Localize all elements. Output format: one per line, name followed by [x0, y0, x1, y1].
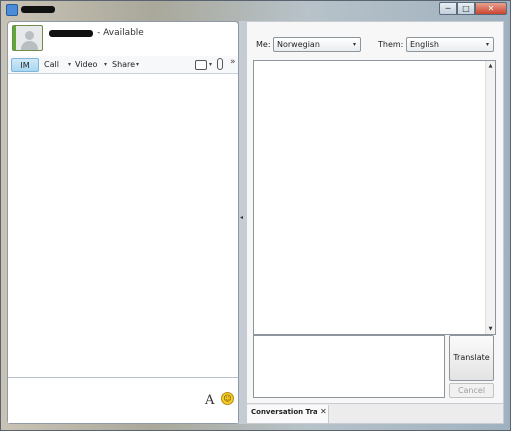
- call-dropdown-icon[interactable]: ▾: [68, 58, 71, 72]
- contact-status: - Available: [97, 28, 144, 38]
- tab-conversation-translator[interactable]: Conversation Tra... ✕: [247, 405, 329, 423]
- conversation-pane: - Available IM Call ▾ Video ▾ Share ▾ ▾ …: [7, 21, 239, 424]
- minimize-button[interactable]: ─: [439, 2, 457, 15]
- share-button[interactable]: Share: [109, 58, 138, 72]
- redacted-window-title: [21, 6, 55, 13]
- close-button[interactable]: ✕: [475, 2, 507, 15]
- collapse-arrow-icon[interactable]: ◂: [240, 214, 243, 221]
- scroll-down-icon[interactable]: ▼: [486, 324, 495, 334]
- them-language-select[interactable]: English ▾: [406, 37, 494, 52]
- translator-pane: Me: Norwegian ▾ Them: English ▾ ▲ ▼ Tran…: [246, 21, 504, 424]
- video-dropdown-icon[interactable]: ▾: [104, 58, 107, 72]
- avatar[interactable]: [12, 25, 43, 51]
- im-button[interactable]: IM: [11, 58, 39, 72]
- share-dropdown-icon[interactable]: ▾: [136, 58, 139, 72]
- cancel-button[interactable]: Cancel: [449, 383, 494, 398]
- scroll-up-icon[interactable]: ▲: [486, 61, 495, 71]
- translate-button[interactable]: Translate: [449, 335, 494, 381]
- chevron-down-icon: ▾: [352, 41, 356, 48]
- close-icon[interactable]: ✕: [320, 407, 327, 416]
- app-icon: [6, 4, 18, 16]
- me-language-select[interactable]: Norwegian ▾: [273, 37, 361, 52]
- emoticon-icon[interactable]: ☺: [221, 392, 234, 405]
- transcript-scrollbar[interactable]: ▲ ▼: [485, 61, 495, 334]
- message-compose-area[interactable]: A ☺: [8, 379, 238, 423]
- people-dropdown-icon[interactable]: ▾: [209, 58, 212, 72]
- translation-transcript[interactable]: ▲ ▼: [253, 60, 496, 335]
- contact-header: - Available: [8, 22, 238, 56]
- people-options-icon[interactable]: [195, 60, 207, 70]
- more-options-icon[interactable]: »: [230, 57, 236, 67]
- pane-splitter[interactable]: ◂: [239, 21, 246, 424]
- title-bar[interactable]: ─ □ ✕: [1, 1, 510, 19]
- maximize-button[interactable]: □: [457, 2, 475, 15]
- chevron-down-icon: ▾: [485, 41, 489, 48]
- paperclip-icon[interactable]: [217, 58, 223, 70]
- me-language-label: Me:: [256, 40, 271, 49]
- them-language-label: Them:: [378, 40, 404, 49]
- app-window: ─ □ ✕ - Available IM Call ▾ Video ▾ Shar…: [0, 0, 511, 431]
- font-icon[interactable]: A: [205, 393, 214, 408]
- them-language-value: English: [410, 40, 439, 49]
- redacted-contact-name: [49, 30, 93, 37]
- message-history[interactable]: [8, 75, 238, 378]
- conversation-toolbar: IM Call ▾ Video ▾ Share ▾ ▾ »: [8, 56, 238, 74]
- tab-label: Conversation Tra...: [251, 408, 317, 416]
- tab-strip: Conversation Tra... ✕: [247, 403, 503, 423]
- call-button[interactable]: Call: [41, 58, 62, 72]
- video-button[interactable]: Video: [72, 58, 100, 72]
- me-language-value: Norwegian: [277, 40, 320, 49]
- translation-input[interactable]: [253, 335, 445, 398]
